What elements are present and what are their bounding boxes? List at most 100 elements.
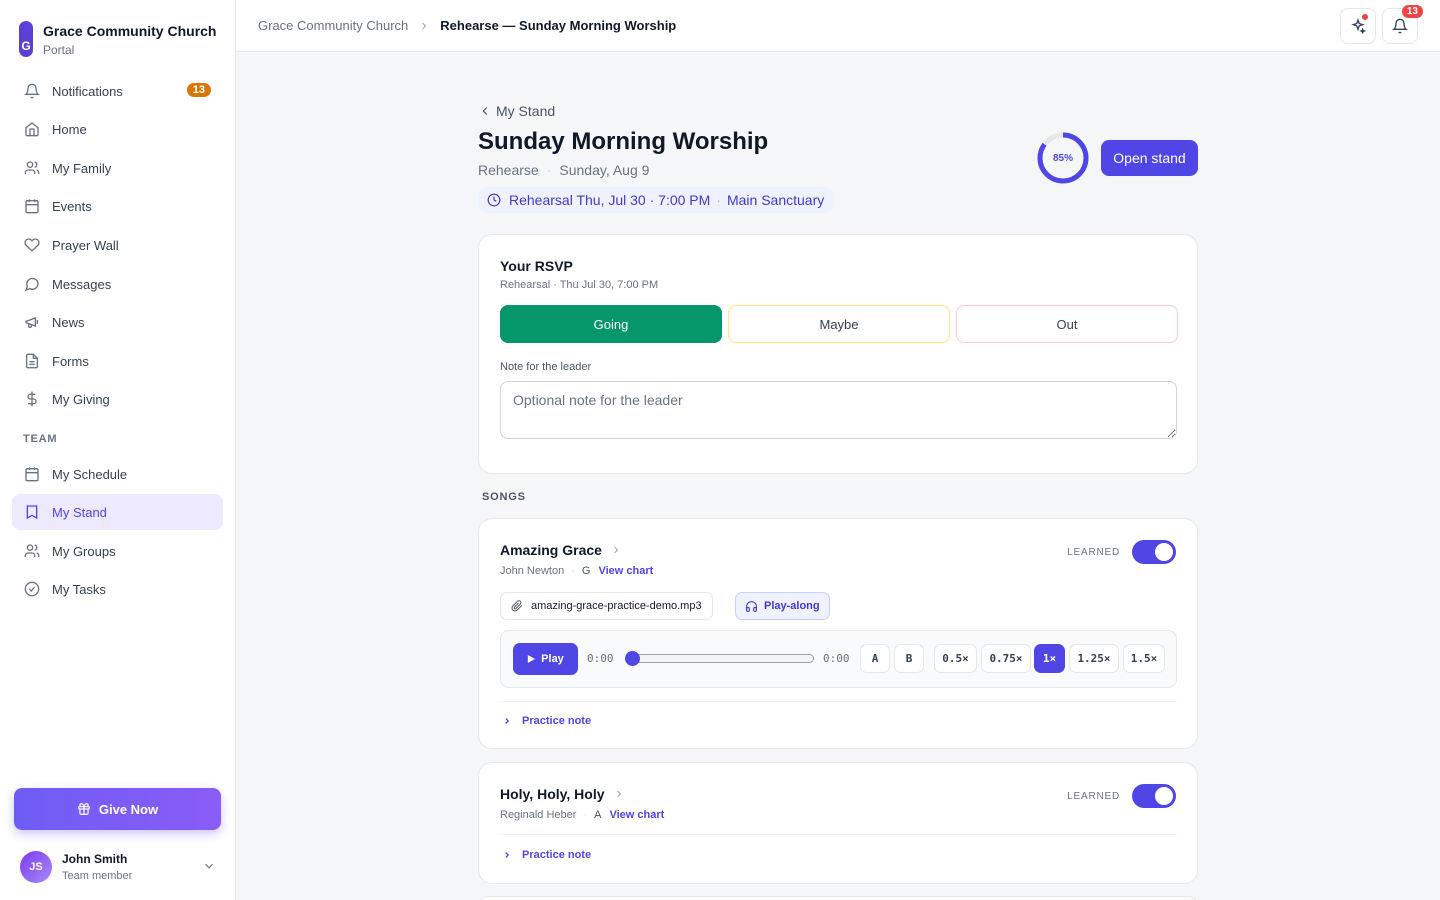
event-subtitle: Rehearse · Sunday, Aug 9 xyxy=(478,162,649,178)
brand[interactable]: G Grace Community Church Portal xyxy=(19,21,216,57)
speed-0-5-button[interactable]: 0.5× xyxy=(934,644,977,673)
sidebar-item-label: My Tasks xyxy=(52,581,106,597)
speed-1-5-button[interactable]: 1.5× xyxy=(1123,644,1165,673)
breadcrumb-current: Rehearse — Sunday Morning Worship xyxy=(440,18,677,33)
bell-icon xyxy=(1392,18,1408,34)
separator-dot: · xyxy=(716,192,721,208)
sidebar-item-messages[interactable]: Messages xyxy=(12,266,223,302)
sidebar-item-events[interactable]: Events xyxy=(12,188,223,224)
speed-0-75-button[interactable]: 0.75× xyxy=(981,644,1031,673)
notifications-count-badge: 13 xyxy=(186,83,211,97)
assistant-button[interactable] xyxy=(1340,8,1376,44)
paperclip-icon xyxy=(511,600,523,612)
chevron-right-icon xyxy=(505,852,510,858)
loop-b-button[interactable]: B xyxy=(894,644,924,673)
song-meta: John Newton · G View chart xyxy=(500,565,653,577)
separator-dot: · xyxy=(546,162,552,178)
rsvp-maybe-button[interactable]: Maybe xyxy=(728,305,950,343)
song-author: Reginald Heber xyxy=(500,809,577,821)
check-circle-icon xyxy=(24,581,40,597)
play-along-label: Play-along xyxy=(764,600,820,612)
sidebar-item-my-tasks[interactable]: My Tasks xyxy=(12,571,223,607)
rehearsal-time: Rehearsal Thu, Jul 30 · 7:00 PM xyxy=(509,192,711,208)
seek-thumb[interactable] xyxy=(625,651,640,666)
play-icon xyxy=(527,655,536,663)
learned-toggle[interactable] xyxy=(1132,540,1176,564)
sidebar-item-label: Messages xyxy=(52,276,112,292)
sidebar-item-my-family[interactable]: My Family xyxy=(12,150,223,186)
rehearsal-info-pill: Rehearsal Thu, Jul 30 · 7:00 PM · Main S… xyxy=(478,187,834,213)
user-menu[interactable]: JS John Smith Team member xyxy=(20,850,220,884)
view-chart-link[interactable]: View chart xyxy=(609,809,664,821)
back-link[interactable]: My Stand xyxy=(478,103,555,119)
open-stand-button[interactable]: Open stand xyxy=(1101,140,1198,176)
sidebar-item-my-groups[interactable]: My Groups xyxy=(12,533,223,569)
home-icon xyxy=(24,121,40,137)
practice-note-toggle[interactable]: Practice note xyxy=(502,715,591,727)
progress-label: 85% xyxy=(1052,152,1073,164)
total-time: 0:00 xyxy=(823,652,850,665)
rsvp-out-button[interactable]: Out xyxy=(956,305,1178,343)
divider xyxy=(500,834,1177,835)
file-icon xyxy=(24,353,40,369)
sidebar-item-label: Notifications xyxy=(52,83,123,99)
sidebar-item-news[interactable]: News xyxy=(12,304,223,340)
sidebar-item-label: Prayer Wall xyxy=(52,237,119,253)
sidebar-item-notifications[interactable]: Notifications 13 xyxy=(12,73,223,109)
view-chart-link[interactable]: View chart xyxy=(598,565,653,577)
speed-1-25-button[interactable]: 1.25× xyxy=(1069,644,1119,673)
book-icon xyxy=(24,504,40,520)
progress-ring: 85% xyxy=(1036,131,1090,185)
sidebar-item-forms[interactable]: Forms xyxy=(12,343,223,379)
song-title-link[interactable]: Holy, Holy, Holy xyxy=(500,786,625,802)
brand-logo: G xyxy=(19,21,33,57)
play-button[interactable]: Play xyxy=(513,643,578,675)
sidebar-item-label: My Stand xyxy=(52,504,107,520)
assistant-indicator-dot xyxy=(1361,13,1369,21)
sidebar-item-label: News xyxy=(52,314,85,330)
practice-note-toggle[interactable]: Practice note xyxy=(502,849,591,861)
divider xyxy=(500,701,1177,702)
play-label: Play xyxy=(541,653,564,665)
bell-icon xyxy=(24,83,40,99)
brand-subtitle: Portal xyxy=(43,43,75,57)
play-along-button[interactable]: Play-along xyxy=(735,592,830,620)
brand-name: Grace Community Church xyxy=(43,23,217,39)
give-now-button[interactable]: Give Now xyxy=(14,788,221,830)
song-key: G xyxy=(581,565,591,577)
notifications-button[interactable]: 13 xyxy=(1382,5,1423,44)
rsvp-going-button[interactable]: Going xyxy=(500,305,722,343)
sidebar-item-my-schedule[interactable]: My Schedule xyxy=(12,456,223,492)
chevron-right-icon xyxy=(422,22,427,29)
avatar: JS xyxy=(20,851,52,883)
chevron-left-icon xyxy=(482,107,488,115)
leader-note-field[interactable] xyxy=(500,381,1177,439)
song-card xyxy=(478,896,1198,900)
song-meta: Reginald Heber · A View chart xyxy=(500,809,664,821)
audio-player: Play 0:00 0:00 A B 0.5× 0.75× 1× 1.25× 1… xyxy=(500,630,1177,688)
loop-a-button[interactable]: A xyxy=(860,644,890,673)
megaphone-icon xyxy=(24,314,40,330)
sidebar-item-label: Forms xyxy=(52,353,89,369)
audio-file-chip[interactable]: amazing-grace-practice-demo.mp3 xyxy=(500,592,713,620)
chevron-right-icon xyxy=(616,790,621,798)
sidebar-item-label: My Giving xyxy=(52,391,110,407)
sidebar-item-my-giving[interactable]: My Giving xyxy=(12,381,223,417)
separator-dot: · xyxy=(583,809,588,821)
song-title: Holy, Holy, Holy xyxy=(500,786,605,802)
sidebar-item-prayer-wall[interactable]: Prayer Wall xyxy=(12,227,223,263)
breadcrumb: Grace Community Church Rehearse — Sunday… xyxy=(258,18,676,33)
learned-toggle[interactable] xyxy=(1132,784,1176,808)
learned-control: LEARNED xyxy=(1067,540,1176,564)
heart-icon xyxy=(24,237,40,253)
calendar-icon xyxy=(24,466,40,482)
sidebar-item-my-stand[interactable]: My Stand xyxy=(12,494,223,530)
song-title-link[interactable]: Amazing Grace xyxy=(500,542,622,558)
sidebar-item-home[interactable]: Home xyxy=(12,111,223,147)
breadcrumb-home-link[interactable]: Grace Community Church xyxy=(258,18,408,33)
notifications-badge: 13 xyxy=(1401,5,1423,18)
seek-bar[interactable] xyxy=(627,654,814,663)
sidebar-item-label: Events xyxy=(52,198,92,214)
speed-1-button[interactable]: 1× xyxy=(1034,644,1065,673)
rehearsal-location: Main Sanctuary xyxy=(726,192,825,208)
